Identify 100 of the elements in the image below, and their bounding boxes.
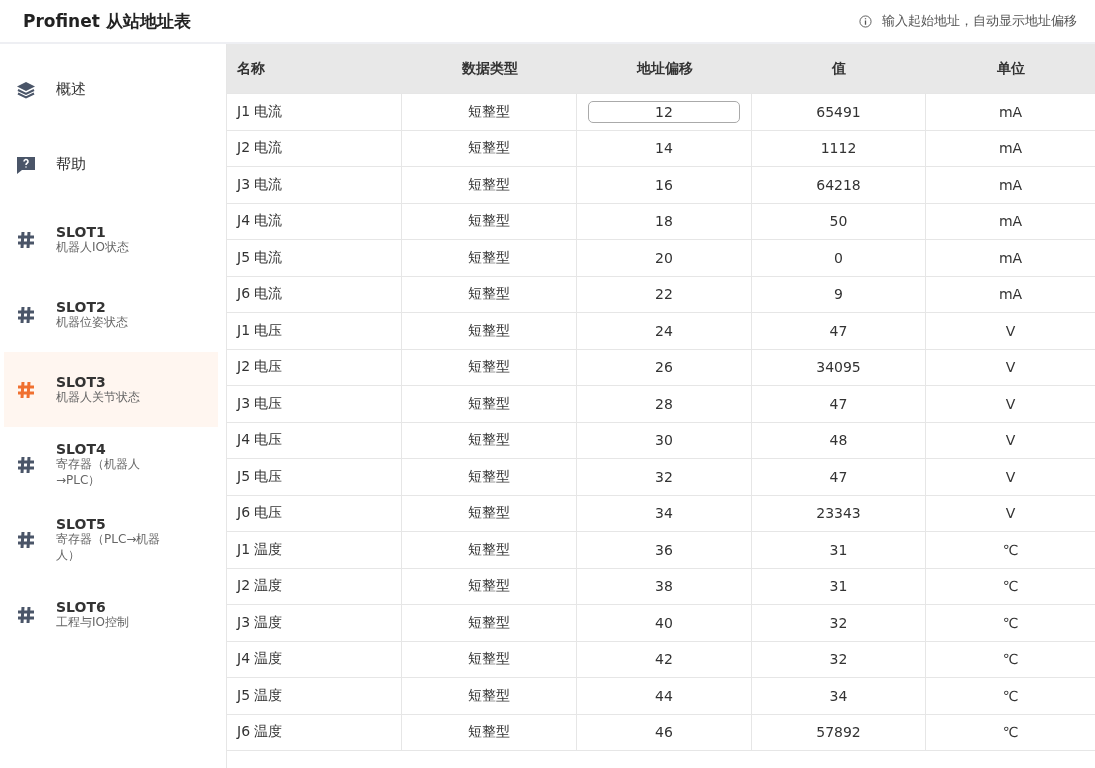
table-cell: 20 bbox=[577, 240, 752, 276]
table-cell: 1112 bbox=[752, 130, 926, 166]
table-cell-text: V bbox=[1004, 504, 1017, 524]
table-cell-text: mA bbox=[997, 248, 1024, 268]
item-label: SLOT6 bbox=[56, 598, 107, 615]
table-cell-text: ℃ bbox=[1001, 540, 1020, 560]
table-cell: 短整型 bbox=[402, 386, 577, 422]
table-cell: J4 电流 bbox=[227, 203, 402, 239]
table-cell: 34095 bbox=[752, 349, 926, 385]
item-subtitle: 机器人关节状态 bbox=[56, 389, 141, 406]
table-cell: 34 bbox=[752, 678, 926, 714]
sidebar-item[interactable]: 帮助 bbox=[4, 127, 218, 202]
table-cell: J1 电流 bbox=[227, 94, 402, 130]
table-cell: J4 电压 bbox=[227, 422, 402, 458]
sidebar-item[interactable]: SLOT3 机器人关节状态 bbox=[4, 352, 218, 427]
offset-input[interactable]: 12 bbox=[588, 100, 740, 123]
table-cell: 短整型 bbox=[402, 568, 577, 604]
table-cell: 46 bbox=[577, 714, 752, 750]
table-cell-text: mA bbox=[997, 285, 1024, 305]
table-cell: 34 bbox=[577, 495, 752, 531]
item-subtitle: 工程与IO控制 bbox=[56, 614, 130, 631]
table-cell: 47 bbox=[752, 459, 926, 495]
table-cell: 短整型 bbox=[402, 532, 577, 568]
table-cell: 短整型 bbox=[402, 714, 577, 750]
table-cell: J3 温度 bbox=[227, 605, 402, 641]
table-cell: 42 bbox=[577, 641, 752, 677]
table-cell: 短整型 bbox=[402, 276, 577, 312]
table-cell: 44 bbox=[577, 678, 752, 714]
sidebar-item[interactable]: SLOT4 寄存器（机器人→PLC） bbox=[4, 427, 218, 502]
table-cell: 短整型 bbox=[402, 349, 577, 385]
sidebar-item[interactable]: SLOT1 机器人IO状态 bbox=[4, 202, 218, 277]
table-cell: 50 bbox=[752, 203, 926, 239]
table-cell-text: ℃ bbox=[1001, 577, 1020, 597]
table-cell: 47 bbox=[752, 386, 926, 422]
table-cell: 短整型 bbox=[402, 313, 577, 349]
column-header: 值 bbox=[831, 58, 847, 78]
info-icon bbox=[859, 14, 872, 28]
table-cell: 9 bbox=[752, 276, 926, 312]
hash-icon bbox=[16, 604, 36, 625]
hash-icon bbox=[16, 304, 36, 325]
sidebar-item[interactable]: SLOT6 工程与IO控制 bbox=[4, 577, 218, 652]
table-cell: J2 电压 bbox=[227, 349, 402, 385]
table-cell: 38 bbox=[577, 568, 752, 604]
table-cell: 65491 bbox=[752, 94, 926, 130]
table-cell: 40 bbox=[577, 605, 752, 641]
table-cell: 短整型 bbox=[402, 167, 577, 203]
help-icon bbox=[16, 154, 36, 175]
table-cell-text: mA bbox=[997, 102, 1024, 122]
hash-icon bbox=[16, 529, 36, 550]
table-cell: 36 bbox=[577, 532, 752, 568]
item-label: 帮助 bbox=[56, 155, 86, 174]
table-cell: 26 bbox=[577, 349, 752, 385]
table-cell: 0 bbox=[752, 240, 926, 276]
sidebar-item[interactable]: 概述 bbox=[4, 52, 218, 127]
item-subtitle: 寄存器（机器人→PLC） bbox=[56, 456, 141, 489]
column-header: 单位 bbox=[995, 58, 1026, 78]
table-cell: 23343 bbox=[752, 495, 926, 531]
table-cell: 32 bbox=[752, 641, 926, 677]
item-subtitle: 寄存器（PLC→机器人） bbox=[56, 531, 162, 564]
table-cell-text: ℃ bbox=[1001, 686, 1020, 706]
page-title: Profinet 从站地址表 bbox=[23, 9, 191, 33]
table-cell: 31 bbox=[752, 568, 926, 604]
table-cell: J5 温度 bbox=[227, 678, 402, 714]
table-cell: 短整型 bbox=[402, 678, 577, 714]
sidebar-item[interactable]: SLOT2 机器位姿状态 bbox=[4, 277, 218, 352]
item-label: SLOT3 bbox=[56, 373, 107, 390]
table-cell-text: V bbox=[1004, 358, 1017, 378]
table-cell: J6 电流 bbox=[227, 276, 402, 312]
table-cell-text: ℃ bbox=[1001, 723, 1020, 743]
item-subtitle: 机器位姿状态 bbox=[56, 314, 129, 331]
table-cell: 短整型 bbox=[402, 94, 577, 130]
table-cell: J5 电流 bbox=[227, 240, 402, 276]
table-cell: J6 温度 bbox=[227, 714, 402, 750]
table-cell-text: V bbox=[1004, 321, 1017, 341]
table-cell: 短整型 bbox=[402, 495, 577, 531]
column-header: 名称 bbox=[236, 58, 266, 78]
hint-text: 输入起始地址，自动显示地址偏移 bbox=[882, 12, 1077, 30]
table-cell: 16 bbox=[577, 167, 752, 203]
table-cell: 48 bbox=[752, 422, 926, 458]
table-cell: J3 电压 bbox=[227, 386, 402, 422]
table-cell: J2 电流 bbox=[227, 130, 402, 166]
table-cell-text: ℃ bbox=[1001, 613, 1020, 633]
sidebar-item[interactable]: SLOT5 寄存器（PLC→机器人） bbox=[4, 502, 218, 577]
table-cell: 31 bbox=[752, 532, 926, 568]
table-cell: 57892 bbox=[752, 714, 926, 750]
table-cell: 32 bbox=[752, 605, 926, 641]
table-cell: 18 bbox=[577, 203, 752, 239]
table-cell: 64218 bbox=[752, 167, 926, 203]
item-subtitle: 机器人IO状态 bbox=[56, 239, 130, 256]
item-label: SLOT5 bbox=[56, 515, 107, 532]
table-cell: 短整型 bbox=[402, 641, 577, 677]
table-cell-text: ℃ bbox=[1001, 650, 1020, 670]
table-cell: 14 bbox=[577, 130, 752, 166]
table-cell: 短整型 bbox=[402, 203, 577, 239]
table-cell: 短整型 bbox=[402, 240, 577, 276]
table-cell: 短整型 bbox=[402, 422, 577, 458]
column-header: 地址偏移 bbox=[635, 58, 694, 78]
table-cell: 22 bbox=[577, 276, 752, 312]
layers-icon bbox=[16, 79, 36, 100]
table-cell: J1 温度 bbox=[227, 532, 402, 568]
